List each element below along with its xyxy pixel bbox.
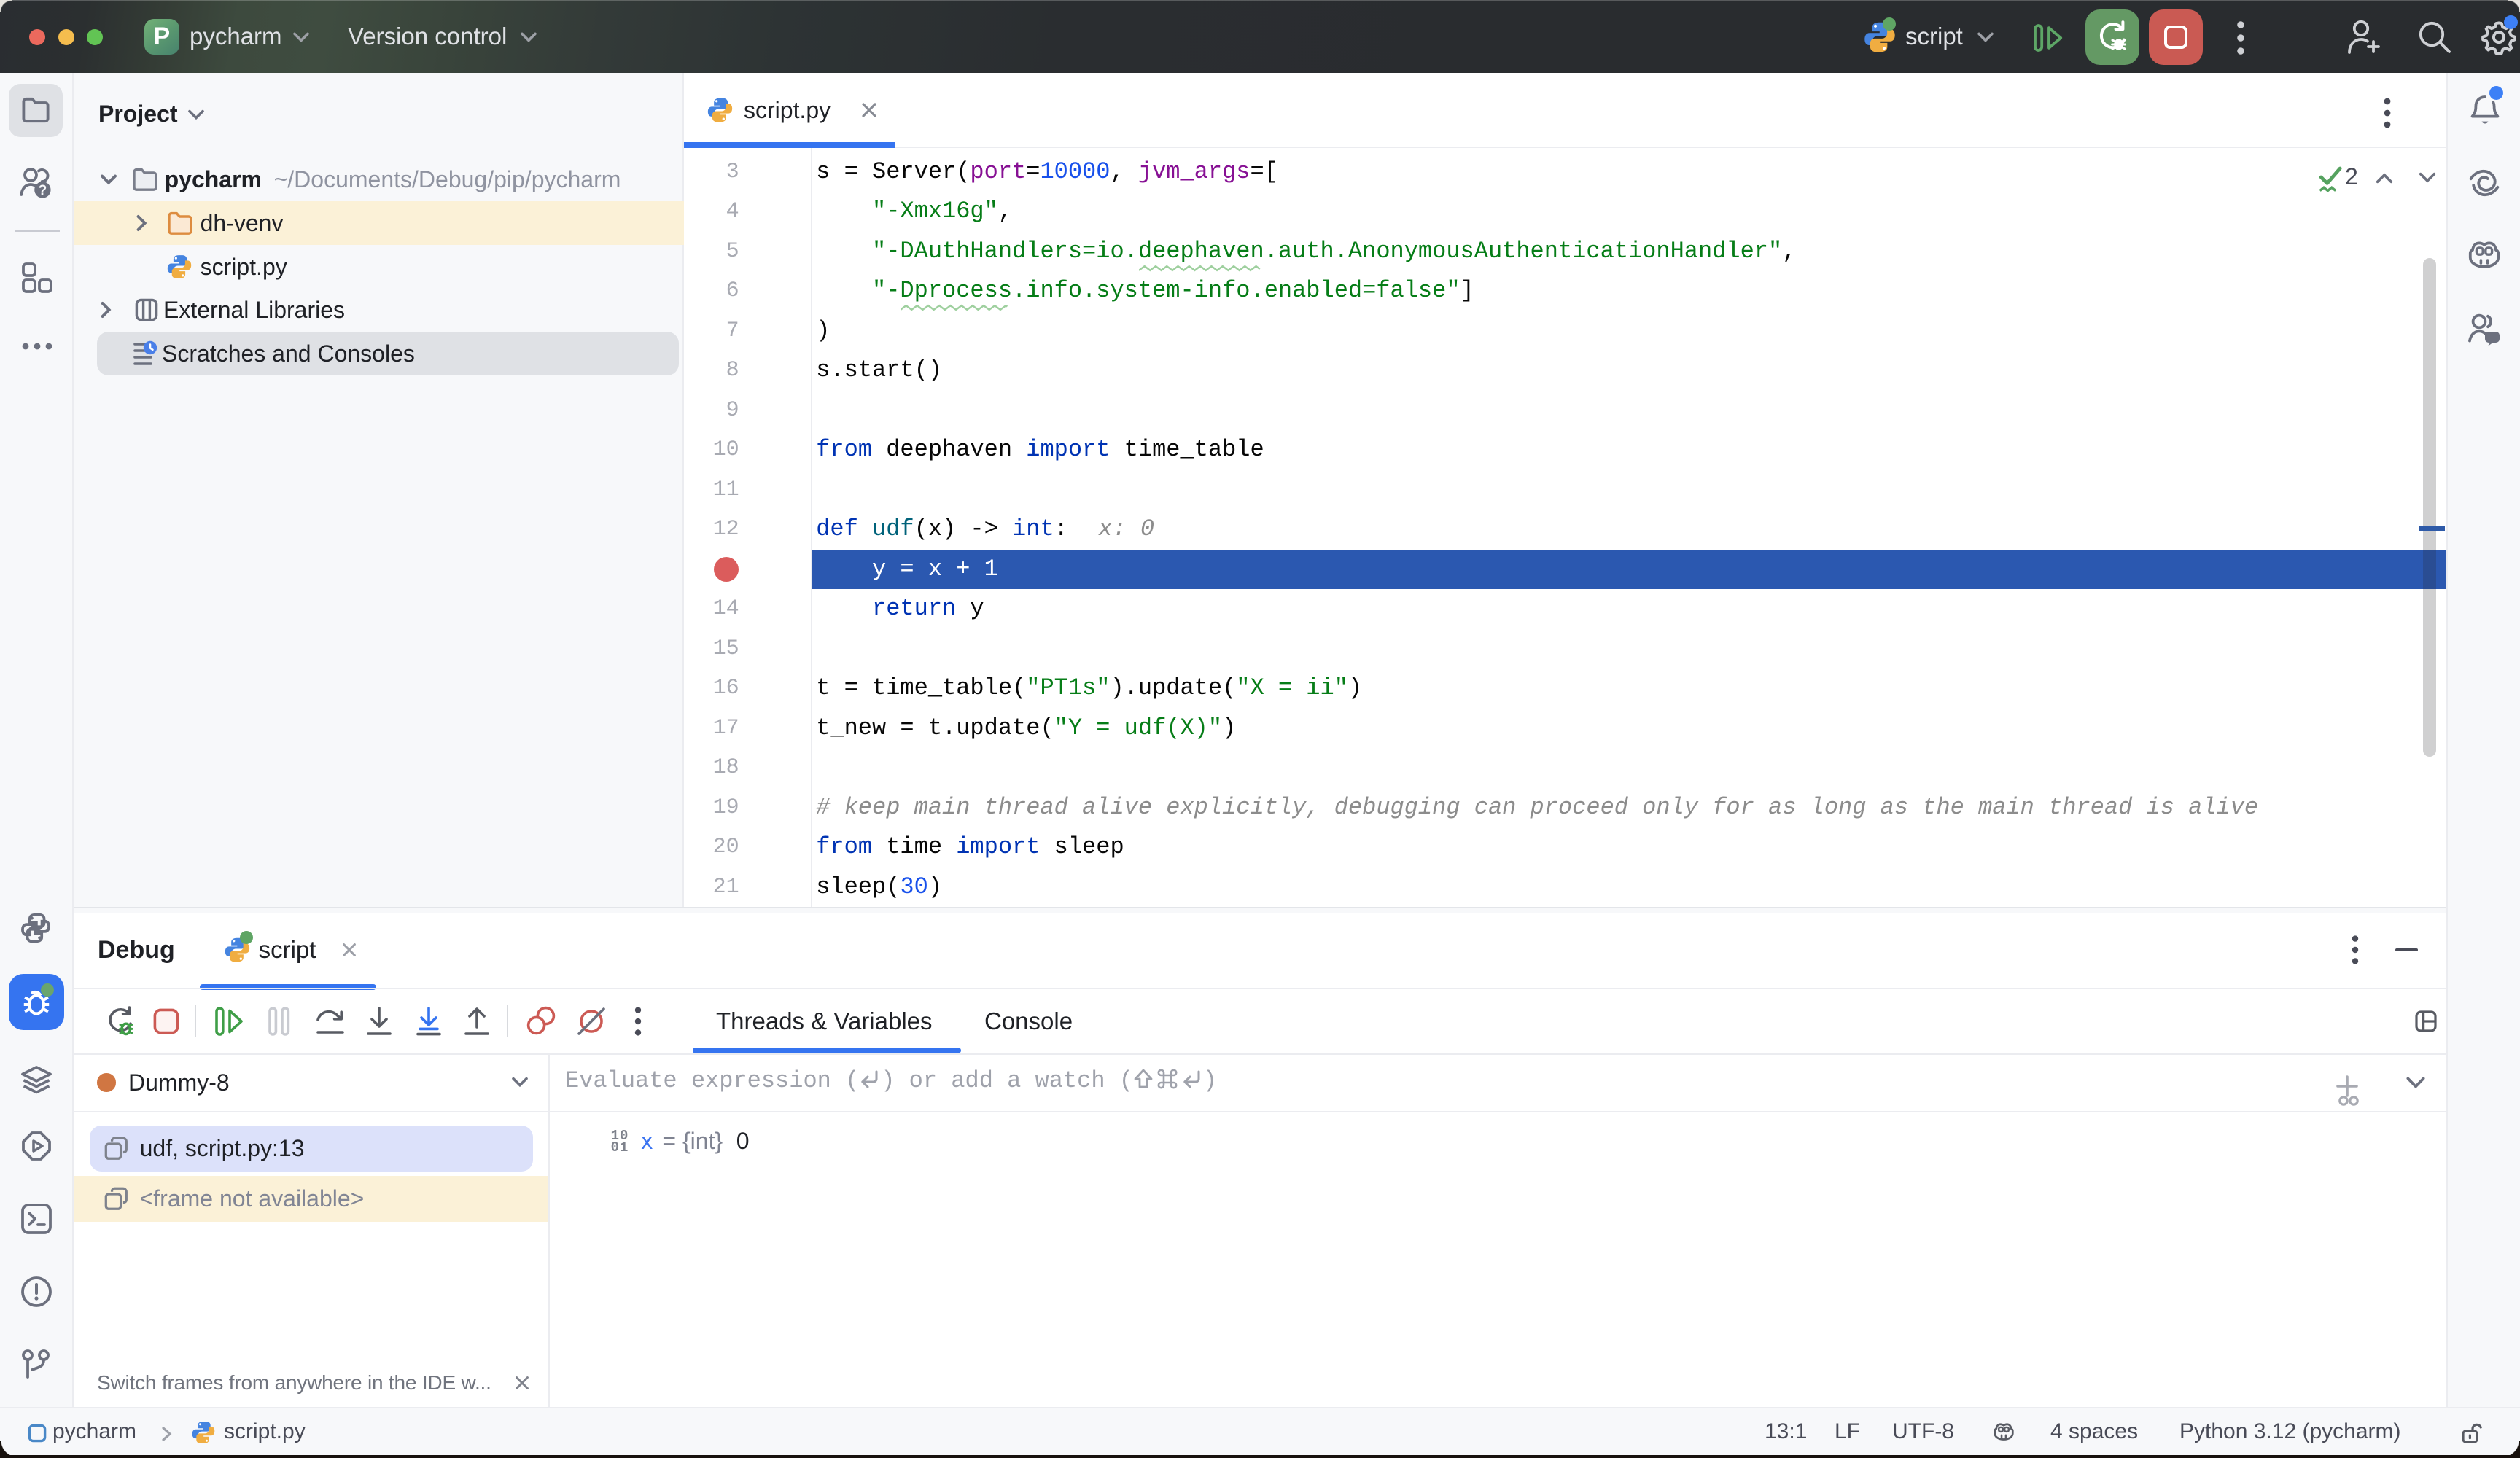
svg-text:?: ? [39,183,47,198]
